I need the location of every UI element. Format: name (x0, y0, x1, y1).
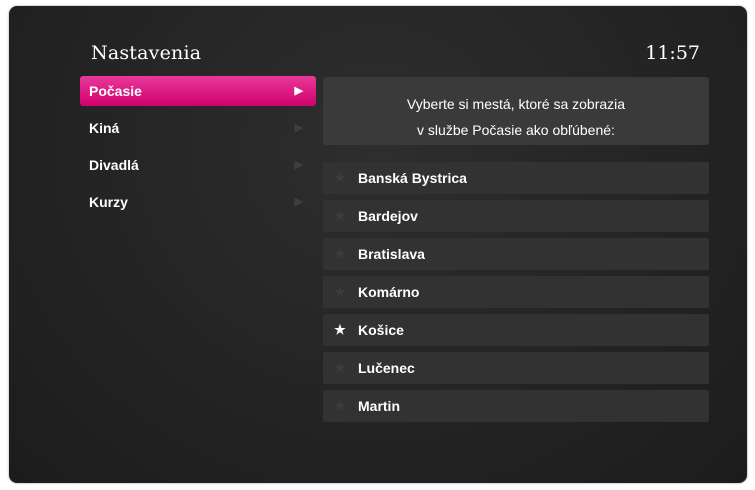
arrow-right-icon: ▶ (294, 196, 303, 208)
star-icon: ★ (334, 398, 346, 413)
arrow-right-icon: ▶ (294, 159, 303, 171)
info-line-1: Vyberte si mestá, ktoré sa zobrazia (406, 96, 626, 112)
city-item[interactable]: ★ Komárno (323, 276, 709, 308)
city-item[interactable]: ★ Košice (323, 314, 709, 346)
city-name: Komárno (358, 284, 420, 300)
menu-item-exchange-rates[interactable]: Kurzy ▶ (80, 187, 316, 217)
info-line-2: v službe Počasie ako obľúbené: (417, 122, 615, 138)
settings-menu: Počasie ▶ Kiná ▶ Divadlá ▶ Kurzy ▶ (80, 76, 316, 224)
star-icon: ★ (334, 360, 346, 375)
clock: 11:57 (645, 42, 700, 64)
city-item[interactable]: ★ Bratislava (323, 238, 709, 270)
star-icon: ★ (334, 208, 346, 223)
city-item[interactable]: ★ Banská Bystrica (323, 162, 709, 194)
arrow-right-icon: ▶ (294, 85, 303, 97)
menu-item-label: Počasie (89, 83, 142, 99)
city-name: Lučenec (358, 360, 415, 376)
page-title: Nastavenia (91, 42, 202, 64)
menu-item-label: Kiná (89, 120, 120, 136)
menu-item-label: Divadlá (89, 157, 139, 173)
menu-item-theatres[interactable]: Divadlá ▶ (80, 150, 316, 180)
star-icon: ★ (334, 170, 346, 185)
menu-item-label: Kurzy (89, 194, 128, 210)
city-name: Banská Bystrica (358, 170, 467, 186)
menu-item-weather[interactable]: Počasie ▶ (80, 76, 316, 106)
arrow-right-icon: ▶ (294, 122, 303, 134)
city-name: Martin (358, 398, 400, 414)
star-icon: ★ (334, 322, 346, 337)
city-name: Bardejov (358, 208, 418, 224)
city-name: Bratislava (358, 246, 425, 262)
menu-item-cinemas[interactable]: Kiná ▶ (80, 113, 316, 143)
star-icon: ★ (334, 246, 346, 261)
city-item[interactable]: ★ Bardejov (323, 200, 709, 232)
city-list: ★ Banská Bystrica ★ Bardejov ★ Bratislav… (323, 162, 709, 428)
info-box: Vyberte si mestá, ktoré sa zobrazia v sl… (323, 77, 709, 145)
city-item[interactable]: ★ Lučenec (323, 352, 709, 384)
city-item[interactable]: ★ Martin (323, 390, 709, 422)
city-name: Košice (358, 322, 404, 338)
star-icon: ★ (334, 284, 346, 299)
